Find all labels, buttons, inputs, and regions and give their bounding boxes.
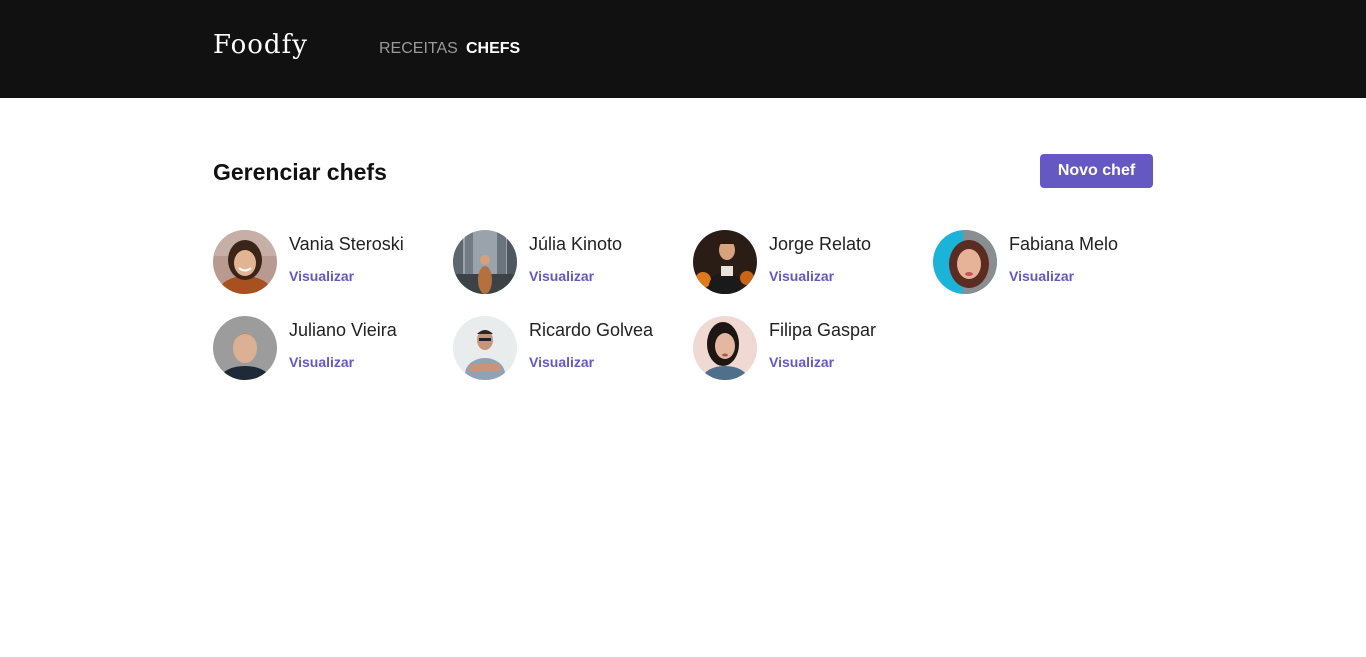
chef-card: Jorge Relato Visualizar xyxy=(693,230,923,294)
nav-link-chefs[interactable]: CHEFS xyxy=(466,39,520,59)
chef-avatar[interactable] xyxy=(453,316,517,380)
new-chef-button[interactable]: Novo chef xyxy=(1040,154,1153,188)
chef-avatar[interactable] xyxy=(213,316,277,380)
woman-portrait-blue-background-photo-icon xyxy=(933,230,997,294)
chef-name: Juliano Vieira xyxy=(289,320,397,340)
view-chef-link[interactable]: Visualizar xyxy=(289,353,354,371)
view-chef-link[interactable]: Visualizar xyxy=(1009,267,1074,285)
top-navigation-bar: Foodfy RECEITAS CHEFS xyxy=(0,0,1366,98)
view-chef-link[interactable]: Visualizar xyxy=(529,353,594,371)
view-chef-link[interactable]: Visualizar xyxy=(289,267,354,285)
chef-avatar[interactable] xyxy=(693,230,757,294)
chef-name: Filipa Gaspar xyxy=(769,320,877,340)
foodfy-logo[interactable]: Foodfy xyxy=(213,28,308,62)
chef-name: Ricardo Golvea xyxy=(529,320,654,340)
page-title: Gerenciar chefs xyxy=(213,159,387,185)
chef-card: Júlia Kinoto Visualizar xyxy=(453,230,683,294)
chef-avatar[interactable] xyxy=(933,230,997,294)
chef-name: Fabiana Melo xyxy=(1009,234,1119,254)
chef-card: Filipa Gaspar Visualizar xyxy=(693,316,923,380)
woman-smiling-photo-icon xyxy=(213,230,277,294)
chef-avatar[interactable] xyxy=(693,316,757,380)
chef-card: Fabiana Melo Visualizar xyxy=(933,230,1163,294)
chef-name: Jorge Relato xyxy=(769,234,872,254)
chef-card: Vania Steroski Visualizar xyxy=(213,230,443,294)
chef-avatar[interactable] xyxy=(453,230,517,294)
chef-name: Júlia Kinoto xyxy=(529,234,623,254)
chef-card: Ricardo Golvea Visualizar xyxy=(453,316,683,380)
nav-link-recipes[interactable]: RECEITAS xyxy=(379,39,458,59)
man-portrait-gray-background-photo-icon xyxy=(213,316,277,380)
view-chef-link[interactable]: Visualizar xyxy=(769,353,834,371)
man-arms-crossed-photo-icon xyxy=(453,316,517,380)
view-chef-link[interactable]: Visualizar xyxy=(769,267,834,285)
chef-avatar[interactable] xyxy=(213,230,277,294)
view-chef-link[interactable]: Visualizar xyxy=(529,267,594,285)
chef-card: Juliano Vieira Visualizar xyxy=(213,316,443,380)
man-cooking-kitchen-photo-icon xyxy=(693,230,757,294)
woman-dark-hair-photo-icon xyxy=(693,316,757,380)
chef-name: Vania Steroski xyxy=(289,234,404,254)
woman-city-street-photo-icon xyxy=(453,230,517,294)
